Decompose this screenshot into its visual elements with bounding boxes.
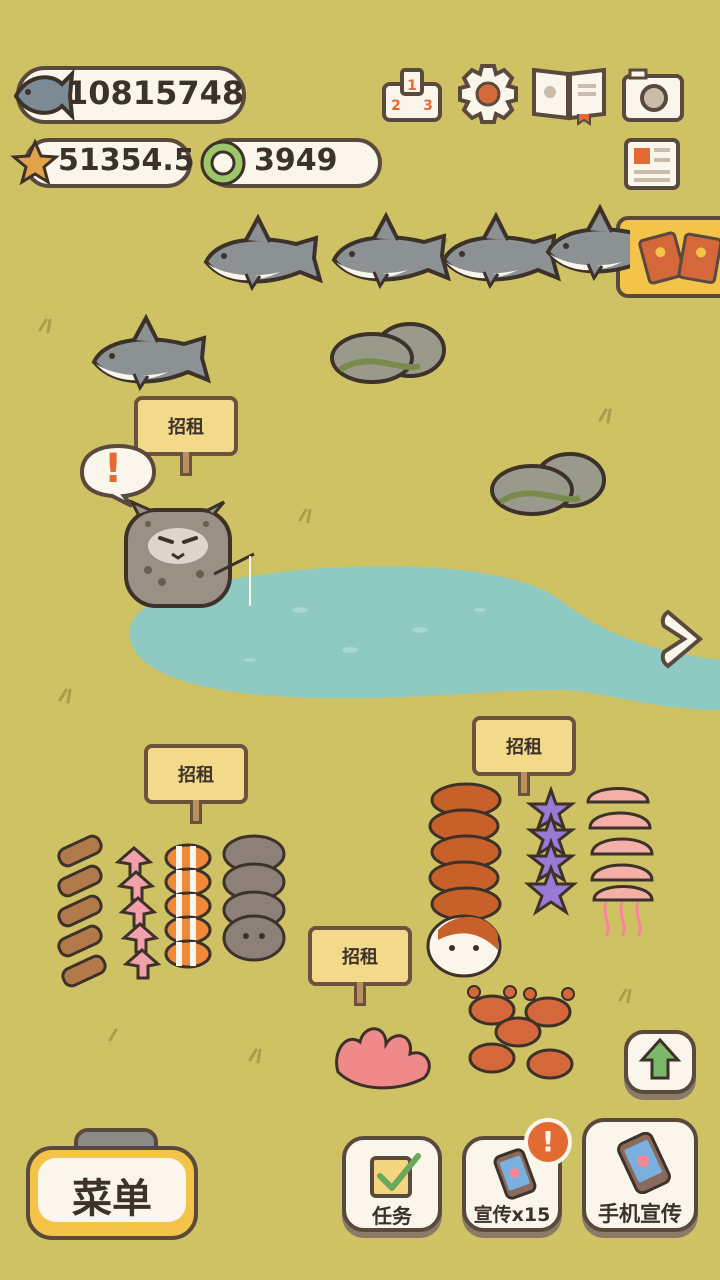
rent-sign[interactable]: 招租 — [308, 926, 412, 986]
camera-icon[interactable] — [620, 64, 686, 124]
star-icon — [10, 138, 60, 186]
phone-promote-label: 手机宣传 — [598, 1202, 682, 1226]
newspaper-icon[interactable] — [618, 134, 684, 194]
logs-stack — [57, 834, 107, 988]
ring-icon — [200, 140, 246, 186]
envelope-icon — [638, 231, 720, 285]
rocks — [490, 452, 606, 516]
seal-stack — [222, 834, 286, 962]
rocks — [330, 322, 446, 384]
sign-post — [354, 982, 366, 1006]
promote-alert-mark: ! — [541, 1125, 555, 1158]
shark-single — [92, 316, 210, 390]
orange-fish-stack — [426, 782, 502, 978]
arrow-right-icon[interactable] — [660, 606, 708, 672]
leaderboard-icon[interactable]: 1 2 3 — [380, 64, 444, 124]
star-count: 51354.5 — [58, 143, 195, 178]
purple-starfish-stack — [523, 786, 579, 916]
task-label: 任务 — [372, 1204, 412, 1228]
clownfish-stack — [164, 843, 212, 969]
task-button[interactable]: 任务 — [342, 1136, 442, 1232]
checkbox-icon — [370, 1153, 421, 1198]
shark-row — [204, 206, 630, 290]
fish-count: 10815748 — [66, 74, 245, 112]
menu-button[interactable]: 菜单 — [26, 1146, 198, 1240]
promote-alert-badge: ! — [524, 1118, 572, 1166]
book-icon[interactable] — [528, 60, 610, 126]
coral-pile — [335, 1027, 431, 1090]
rent-sign[interactable]: 招租 — [144, 744, 248, 804]
gear-icon[interactable] — [456, 62, 520, 126]
cat-fisher[interactable] — [118, 500, 268, 614]
ring-count: 3949 — [254, 143, 338, 178]
menu-label: 菜单 — [72, 1176, 152, 1222]
jellyfish-stack — [586, 787, 654, 937]
svg-text:2: 2 — [391, 98, 401, 114]
phone-icon — [617, 1132, 671, 1194]
promote-label: 宣传x15 — [473, 1204, 551, 1226]
svg-text:3: 3 — [423, 98, 433, 114]
sign-post — [190, 800, 202, 824]
rent-sign[interactable]: 招租 — [472, 716, 576, 776]
svg-text:1: 1 — [407, 78, 417, 94]
pond — [129, 566, 720, 710]
sign-post — [180, 452, 192, 476]
alert-bubble-mark: ! — [104, 446, 123, 492]
arrow-up-icon — [638, 1037, 682, 1080]
crab-pile — [467, 985, 575, 1080]
phone-promote-button[interactable]: 手机宣传 — [582, 1118, 698, 1232]
